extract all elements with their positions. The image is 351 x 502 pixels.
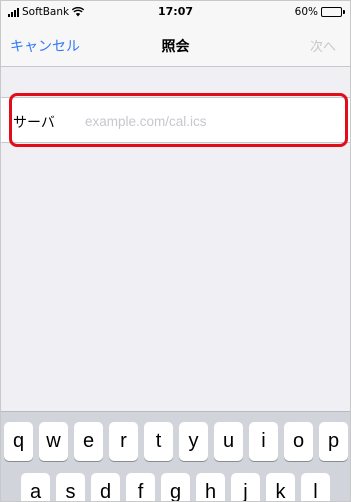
key-g[interactable]: g — [161, 473, 190, 501]
key-d[interactable]: d — [91, 473, 120, 501]
status-right: 60% — [294, 5, 345, 19]
key-y[interactable]: y — [179, 422, 208, 461]
key-s[interactable]: s — [56, 473, 85, 501]
key-h[interactable]: h — [196, 473, 225, 501]
key-w[interactable]: w — [39, 422, 68, 461]
key-u[interactable]: u — [214, 422, 243, 461]
key-a[interactable]: a — [21, 473, 50, 501]
battery-icon — [321, 7, 345, 17]
server-input[interactable] — [85, 110, 335, 132]
key-p[interactable]: p — [319, 422, 348, 461]
key-o[interactable]: o — [284, 422, 313, 461]
status-bar: SoftBank 17:07 60% — [1, 1, 350, 23]
battery-cap — [343, 10, 345, 14]
key-e[interactable]: e — [74, 422, 103, 461]
server-row: サーバ — [1, 97, 350, 143]
key-t[interactable]: t — [144, 422, 173, 461]
key-r[interactable]: r — [109, 422, 138, 461]
key-q[interactable]: q — [4, 422, 33, 461]
battery-percent: 60% — [294, 6, 318, 18]
key-f[interactable]: f — [126, 473, 155, 501]
key-i[interactable]: i — [249, 422, 278, 461]
next-button[interactable]: 次へ — [310, 36, 336, 55]
key-j[interactable]: j — [231, 473, 260, 501]
navigation-bar: キャンセル 照会 次へ — [1, 23, 350, 67]
screen: SoftBank 17:07 60% キャンセル 照会 次へ サーバ qwert… — [0, 0, 351, 502]
key-l[interactable]: l — [301, 473, 330, 501]
server-label: サーバ — [13, 115, 55, 131]
keyboard: qwertyuiop asdfghjkl — [1, 411, 350, 501]
page-title: 照会 — [161, 39, 190, 55]
key-k[interactable]: k — [266, 473, 295, 501]
